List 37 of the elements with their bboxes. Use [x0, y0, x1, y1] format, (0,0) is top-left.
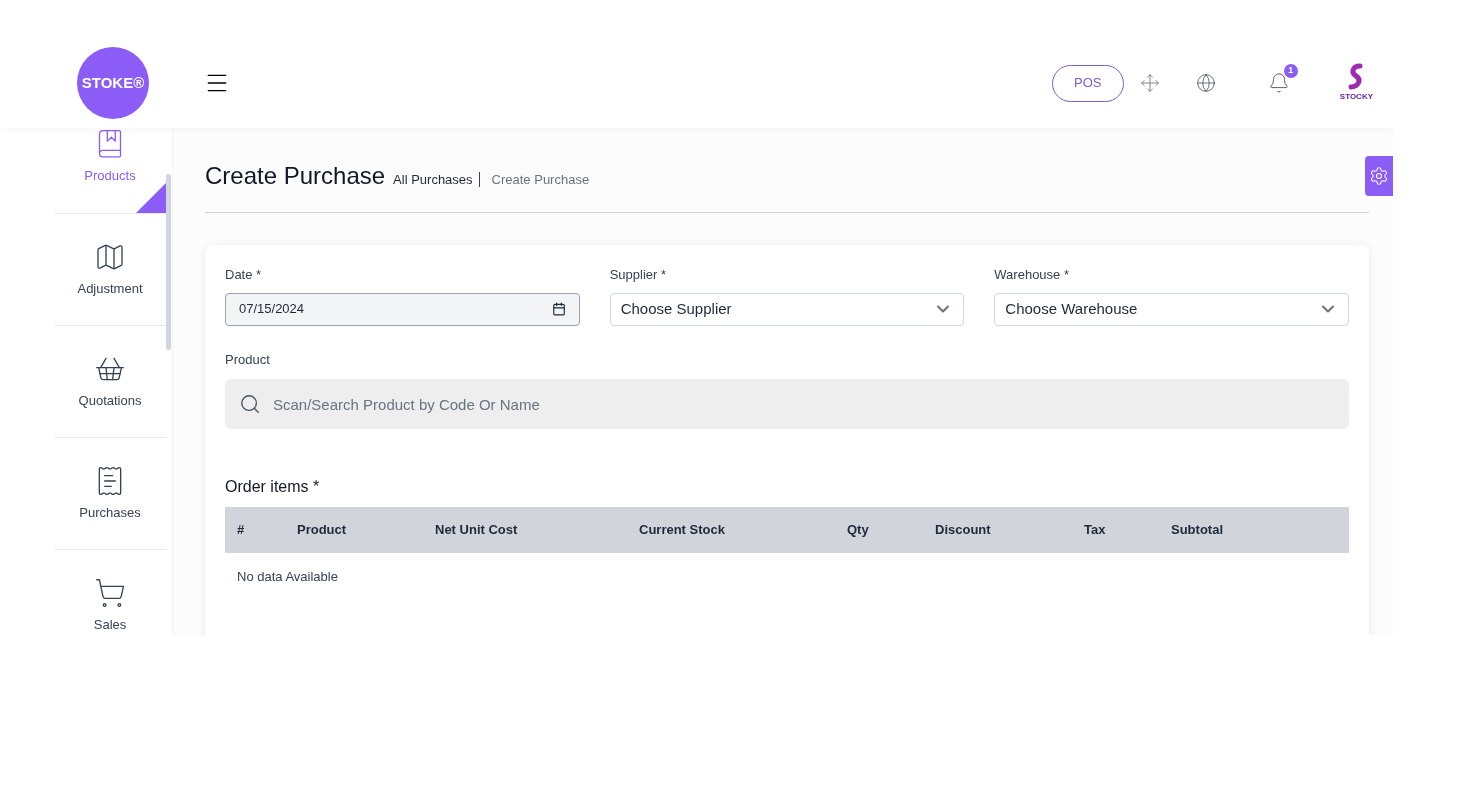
settings-button[interactable]	[1365, 156, 1393, 196]
scrollbar-thumb[interactable]	[166, 174, 171, 350]
product-search-field[interactable]: Scan/Search Product by Code Or Name	[225, 379, 1349, 429]
column-header: Subtotal	[1171, 521, 1224, 540]
column-header: Tax	[1084, 521, 1107, 540]
settings-icon	[1369, 166, 1389, 186]
date-field[interactable]: 07/15/2024	[225, 292, 580, 326]
select-field[interactable]: Choose Warehouse	[994, 292, 1349, 326]
field-label: Warehouse *	[994, 266, 1070, 284]
column-header: Product	[297, 521, 348, 540]
select-field[interactable]: Choose Supplier	[609, 292, 965, 326]
field-label: Product	[225, 350, 271, 369]
sidebar-item[interactable]: Quotations	[54, 326, 166, 438]
column-header: #	[237, 521, 246, 540]
sidebar-item[interactable]: Sales	[54, 550, 166, 635]
column-header: Current Stock	[639, 521, 726, 540]
column-header: Qty	[847, 521, 870, 540]
page-title: Create Purchase	[205, 161, 386, 191]
search-icon	[239, 393, 261, 415]
calendar-icon[interactable]	[551, 302, 566, 316]
breadcrumb-current: Create Purchase	[491, 171, 590, 189]
sidebar-item[interactable]: Purchases	[54, 438, 166, 550]
brand-name: STOCKY	[1339, 91, 1373, 103]
breadcrumb-link[interactable]: All Purchases	[393, 172, 480, 187]
column-header: Net Unit Cost	[435, 521, 519, 540]
field-label: Date *	[225, 266, 263, 284]
field-label: Supplier *	[609, 266, 668, 284]
cart-icon	[94, 576, 126, 609]
order-items-title: Order items *	[225, 477, 321, 497]
language-icon[interactable]	[1195, 73, 1216, 93]
column-header: Discount	[935, 521, 992, 540]
brand-avatar[interactable]: STOCKY	[1339, 63, 1373, 103]
notification-badge: 1	[1283, 64, 1298, 78]
notification-bell-icon[interactable]	[1267, 72, 1290, 94]
fullscreen-icon[interactable]	[1139, 73, 1160, 93]
empty-table-message: No data Available	[236, 568, 339, 586]
logo: STOKE®	[77, 47, 149, 119]
